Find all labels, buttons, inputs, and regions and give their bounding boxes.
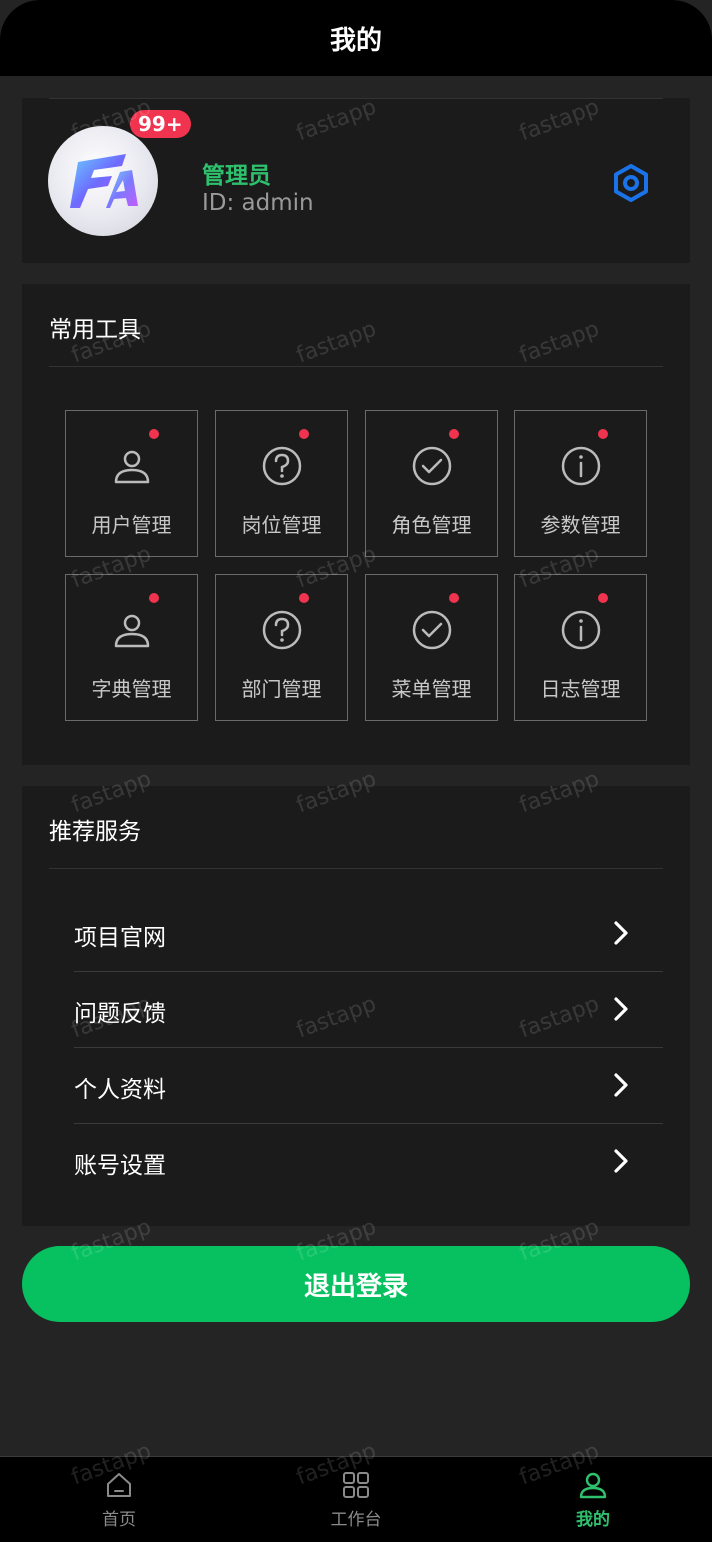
service-label: 账号设置: [74, 1153, 166, 1179]
tools-title: 常用工具: [49, 317, 141, 343]
chevron-right-icon: [614, 1149, 628, 1173]
user-icon: [114, 450, 150, 484]
tab-home[interactable]: 首页: [49, 1457, 189, 1542]
service-label: 项目官网: [74, 925, 166, 951]
tab-bar: 首页 工作台 我的: [0, 1456, 712, 1542]
tool-dict-management[interactable]: 字典管理: [65, 574, 198, 721]
tool-label: 部门管理: [241, 677, 322, 701]
check-circle-icon: [412, 446, 452, 486]
question-icon: [262, 610, 302, 650]
red-dot: [149, 593, 159, 603]
settings-button[interactable]: [610, 162, 652, 204]
app-logo-icon: [70, 154, 138, 208]
tab-label: 首页: [102, 1510, 136, 1530]
tool-post-management[interactable]: 岗位管理: [215, 410, 348, 557]
profile-card: 99+ 管理员 ID: admin: [22, 98, 690, 263]
user-id: ID: admin: [202, 190, 314, 216]
tab-label: 工作台: [330, 1510, 382, 1530]
chevron-right-icon: [614, 1073, 628, 1097]
tool-label: 参数管理: [540, 513, 621, 537]
user-name: 管理员: [202, 163, 271, 189]
services-divider: [49, 868, 663, 869]
header-bar: 我的: [0, 0, 712, 76]
tab-label: 我的: [576, 1510, 610, 1530]
red-dot: [598, 593, 608, 603]
tab-mine[interactable]: 我的: [523, 1457, 663, 1542]
profile-top-divider: [49, 98, 663, 99]
tool-log-management[interactable]: 日志管理: [514, 574, 647, 721]
tool-user-management[interactable]: 用户管理: [65, 410, 198, 557]
tab-workbench[interactable]: 工作台: [286, 1457, 426, 1542]
tool-label: 日志管理: [540, 677, 621, 701]
notification-badge: 99+: [130, 110, 191, 138]
red-dot: [299, 593, 309, 603]
grid-icon: [343, 1472, 369, 1498]
tool-label: 菜单管理: [391, 677, 472, 701]
avatar[interactable]: [48, 126, 158, 236]
service-item-account-settings[interactable]: 账号设置: [74, 1124, 663, 1200]
tool-label: 角色管理: [391, 513, 472, 537]
tool-dept-management[interactable]: 部门管理: [215, 574, 348, 721]
service-item-website[interactable]: 项目官网: [74, 896, 663, 972]
red-dot: [449, 429, 459, 439]
service-label: 问题反馈: [74, 1001, 166, 1027]
home-icon: [107, 1473, 131, 1497]
user-icon: [114, 614, 150, 648]
info-icon: [561, 446, 601, 486]
settings-hex-icon: [614, 164, 648, 202]
tool-label: 用户管理: [91, 513, 172, 537]
tool-label: 岗位管理: [241, 513, 322, 537]
tool-label: 字典管理: [91, 677, 172, 701]
page-title: 我的: [329, 25, 382, 56]
service-item-profile[interactable]: 个人资料: [74, 1048, 663, 1124]
info-icon: [561, 610, 601, 650]
check-circle-icon: [412, 610, 452, 650]
red-dot: [598, 429, 608, 439]
tools-card: 常用工具 用户管理 岗位管理 角色管理 参数管理 字典管理 部门管理 菜单管理 …: [22, 284, 690, 765]
chevron-right-icon: [614, 921, 628, 945]
question-icon: [262, 446, 302, 486]
services-card: 推荐服务 项目官网 问题反馈 个人资料 账号设置: [22, 786, 690, 1226]
tool-menu-management[interactable]: 菜单管理: [365, 574, 498, 721]
chevron-right-icon: [614, 997, 628, 1021]
red-dot: [149, 429, 159, 439]
tool-role-management[interactable]: 角色管理: [365, 410, 498, 557]
tool-param-management[interactable]: 参数管理: [514, 410, 647, 557]
red-dot: [299, 429, 309, 439]
service-item-feedback[interactable]: 问题反馈: [74, 972, 663, 1048]
service-label: 个人资料: [74, 1077, 166, 1103]
red-dot: [449, 593, 459, 603]
services-title: 推荐服务: [49, 819, 141, 845]
user-icon: [579, 1472, 607, 1499]
logout-button[interactable]: 退出登录: [22, 1246, 690, 1322]
tools-divider: [49, 366, 663, 367]
